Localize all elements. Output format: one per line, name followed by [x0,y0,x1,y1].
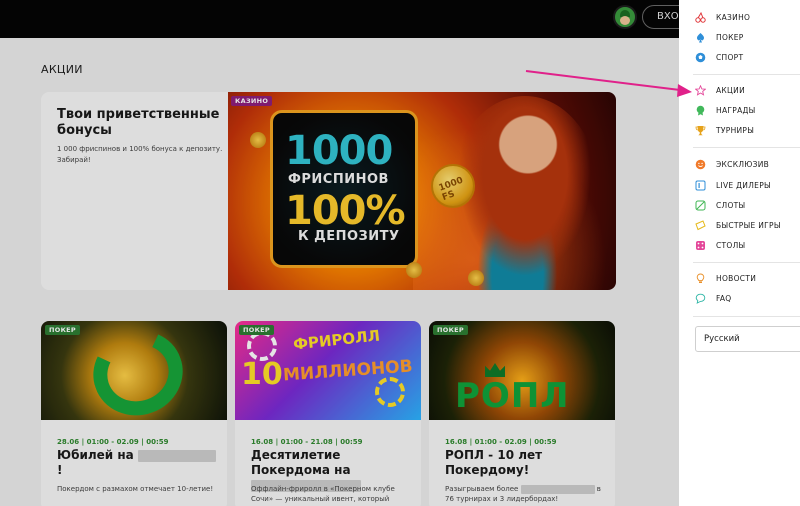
soccer-ball-icon [695,52,706,63]
live-icon [695,180,706,191]
menu-item-news[interactable]: НОВОСТИ [695,270,756,286]
spade-icon [695,32,706,43]
menu-item-tables[interactable]: СТОЛЫ [695,237,745,253]
menu-item-label: ПОКЕР [716,32,744,42]
menu-item-label: LIVE ДИЛЕРЫ [716,180,771,190]
side-menu-drawer: КАЗИНО ПОКЕР СПОРТ АКЦИИ НАГРАДЫ ТУРНИРЫ [679,0,800,506]
menu-item-promotions[interactable]: АКЦИИ [695,82,745,98]
menu-item-faq[interactable]: FAQ [695,290,731,306]
menu-item-label: НАГРАДЫ [716,105,756,115]
language-select[interactable]: Русский [695,326,800,352]
menu-divider [693,74,800,75]
slot-icon [695,200,706,211]
chat-icon [695,293,706,304]
menu-item-tournaments[interactable]: ТУРНИРЫ [695,122,754,138]
menu-item-label: БЫСТРЫЕ ИГРЫ [716,220,781,230]
menu-item-rewards[interactable]: НАГРАДЫ [695,102,756,118]
cherries-icon [695,11,706,23]
menu-item-label: АКЦИИ [716,85,745,95]
menu-item-live-dealers[interactable]: LIVE ДИЛЕРЫ [695,177,771,193]
drawer-backdrop[interactable] [0,0,679,506]
menu-item-fast-games[interactable]: БЫСТРЫЕ ИГРЫ [695,217,781,233]
smiley-icon [695,159,706,170]
menu-divider [693,262,800,263]
ticket-icon [695,219,706,231]
menu-item-poker[interactable]: ПОКЕР [695,29,744,45]
menu-item-label: КАЗИНО [716,12,751,22]
menu-item-exclusive[interactable]: ЭКСКЛЮЗИВ [695,156,769,172]
menu-item-label: FAQ [716,293,732,303]
menu-item-sport[interactable]: СПОРТ [695,49,743,65]
menu-divider [693,147,800,148]
menu-item-casino[interactable]: КАЗИНО [695,9,750,25]
medal-icon [695,105,706,116]
menu-item-label: СПОРТ [716,52,744,62]
menu-item-label: СЛОТЫ [716,200,746,210]
bulb-icon [695,273,706,284]
menu-divider [693,316,800,317]
dice-icon [695,240,706,251]
menu-item-label: НОВОСТИ [716,273,757,283]
menu-item-label: ЭКСКЛЮЗИВ [716,159,770,169]
menu-item-slots[interactable]: СЛОТЫ [695,197,745,213]
menu-item-label: ТУРНИРЫ [716,125,755,135]
menu-item-label: СТОЛЫ [716,240,746,250]
trophy-icon [695,125,706,136]
star-icon [695,84,706,96]
